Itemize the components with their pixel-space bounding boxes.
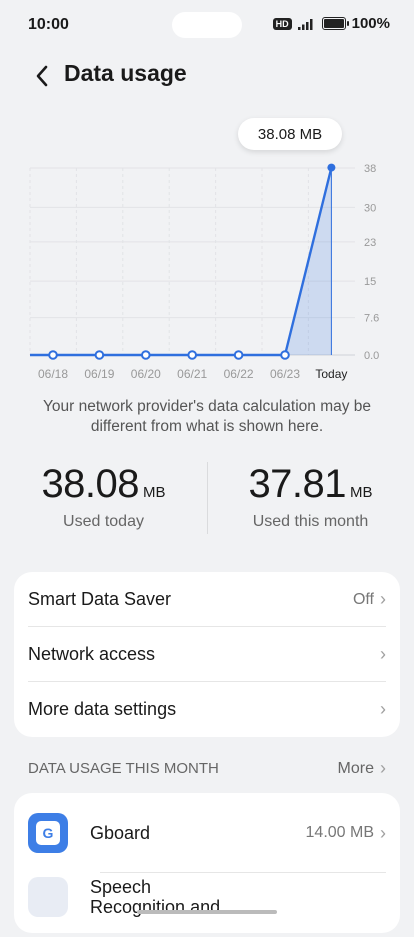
y-tick-label: 38 bbox=[364, 163, 376, 175]
usage-line-chart: 38 30 23 15 7.6 0.0 06/18 06/19 06/20 06/21 06/22 0… bbox=[29, 163, 379, 381]
page-title: Data usage bbox=[64, 60, 187, 86]
app-usage-gboard: 14.00 MB › bbox=[306, 823, 386, 844]
data-point bbox=[280, 350, 290, 360]
chevron-right-icon: › bbox=[380, 644, 386, 664]
gboard-glyph: G bbox=[36, 821, 60, 845]
hd-icon: HD bbox=[272, 17, 292, 30]
chart-tooltip: 38.08 MB bbox=[238, 118, 342, 150]
usage-chart[interactable]: 38 30 23 15 7.6 0.0 06/18 06/19 06/20 06/21 06/22 0… bbox=[0, 108, 414, 388]
x-tick-label: Today bbox=[315, 367, 347, 381]
section-header: DATA USAGE THIS MONTH More › bbox=[28, 758, 386, 779]
speech-recognition-icon bbox=[28, 877, 68, 917]
app-header: Data usage bbox=[0, 58, 414, 94]
status-bar: 10:00 HD 100% bbox=[0, 0, 414, 48]
smart-data-saver-row[interactable]: Smart Data Saver Off › bbox=[14, 572, 400, 627]
status-icons: HD 100% bbox=[272, 15, 390, 32]
app-row-gboard[interactable]: G Gboard 14.00 MB › bbox=[14, 793, 400, 873]
status-time: 10:00 bbox=[28, 16, 69, 33]
chevron-right-icon: › bbox=[380, 589, 386, 609]
stat-month-value: 37.81 bbox=[248, 462, 347, 506]
more-data-settings-row[interactable]: More data settings › bbox=[14, 682, 400, 737]
camera-island bbox=[172, 12, 242, 38]
x-tick-label: 06/21 bbox=[177, 367, 207, 381]
smart-data-saver-label: Smart Data Saver bbox=[28, 589, 172, 609]
chevron-right-icon: › bbox=[380, 758, 386, 778]
data-point bbox=[187, 350, 197, 360]
stat-month: 37.81 MB Used this month bbox=[207, 462, 414, 531]
network-access-row[interactable]: Network access › bbox=[14, 627, 400, 682]
data-point bbox=[141, 350, 151, 360]
y-tick-label: 7.6 bbox=[364, 313, 379, 325]
y-tick-label: 15 bbox=[364, 276, 376, 288]
x-tick-label: 06/19 bbox=[84, 367, 114, 381]
battery-icon bbox=[321, 17, 349, 30]
smart-data-saver-status: Off bbox=[352, 590, 374, 608]
y-tick-label: 30 bbox=[364, 202, 376, 214]
more-link[interactable]: More › bbox=[338, 758, 386, 779]
more-label: More bbox=[337, 759, 374, 777]
provider-note: Your network provider's data calculation… bbox=[42, 398, 372, 435]
y-tick-label: 0.0 bbox=[364, 350, 379, 362]
stat-today-label: Used today bbox=[63, 513, 144, 530]
usage-stats: 38.08 MB Used today 37.81 MB Used this mon… bbox=[0, 462, 414, 542]
app-usage-gboard-value: 14.00 MB bbox=[305, 824, 374, 841]
x-tick-label: 06/23 bbox=[270, 367, 300, 381]
y-tick-label: 23 bbox=[364, 237, 376, 249]
section-title: DATA USAGE THIS MONTH bbox=[28, 760, 219, 777]
stat-today-value: 38.08 bbox=[41, 462, 140, 506]
stat-today-unit: MB bbox=[143, 484, 166, 501]
network-access-label: Network access bbox=[28, 644, 156, 664]
smart-data-saver-value: Off › bbox=[353, 589, 386, 610]
x-tick-label: 06/22 bbox=[224, 367, 254, 381]
data-point bbox=[94, 350, 105, 360]
app-row-speech[interactable]: Speech Recognition and bbox=[14, 873, 400, 937]
x-tick-label: 06/20 bbox=[131, 367, 161, 381]
series-line bbox=[30, 167, 333, 357]
stat-today: 38.08 MB Used today bbox=[0, 462, 207, 531]
back-button[interactable] bbox=[28, 62, 56, 90]
chevron-left-icon bbox=[36, 65, 48, 87]
more-data-settings-label: More data settings bbox=[28, 699, 177, 719]
data-point bbox=[233, 350, 244, 360]
battery-percent: 100% bbox=[351, 15, 390, 32]
stat-month-label: Used this month bbox=[252, 513, 369, 530]
gboard-icon: G bbox=[28, 813, 68, 853]
data-point bbox=[48, 350, 58, 360]
home-indicator bbox=[137, 910, 277, 914]
settings-card: Smart Data Saver Off › Network access › … bbox=[14, 572, 400, 737]
data-point bbox=[327, 163, 336, 172]
signal-icon bbox=[297, 18, 313, 30]
chevron-right-icon: › bbox=[380, 822, 386, 843]
chevron-right-icon: › bbox=[380, 699, 386, 719]
x-tick-label: 06/18 bbox=[38, 367, 68, 381]
app-name-gboard: Gboard bbox=[90, 822, 151, 843]
stat-month-unit: MB bbox=[350, 484, 373, 501]
